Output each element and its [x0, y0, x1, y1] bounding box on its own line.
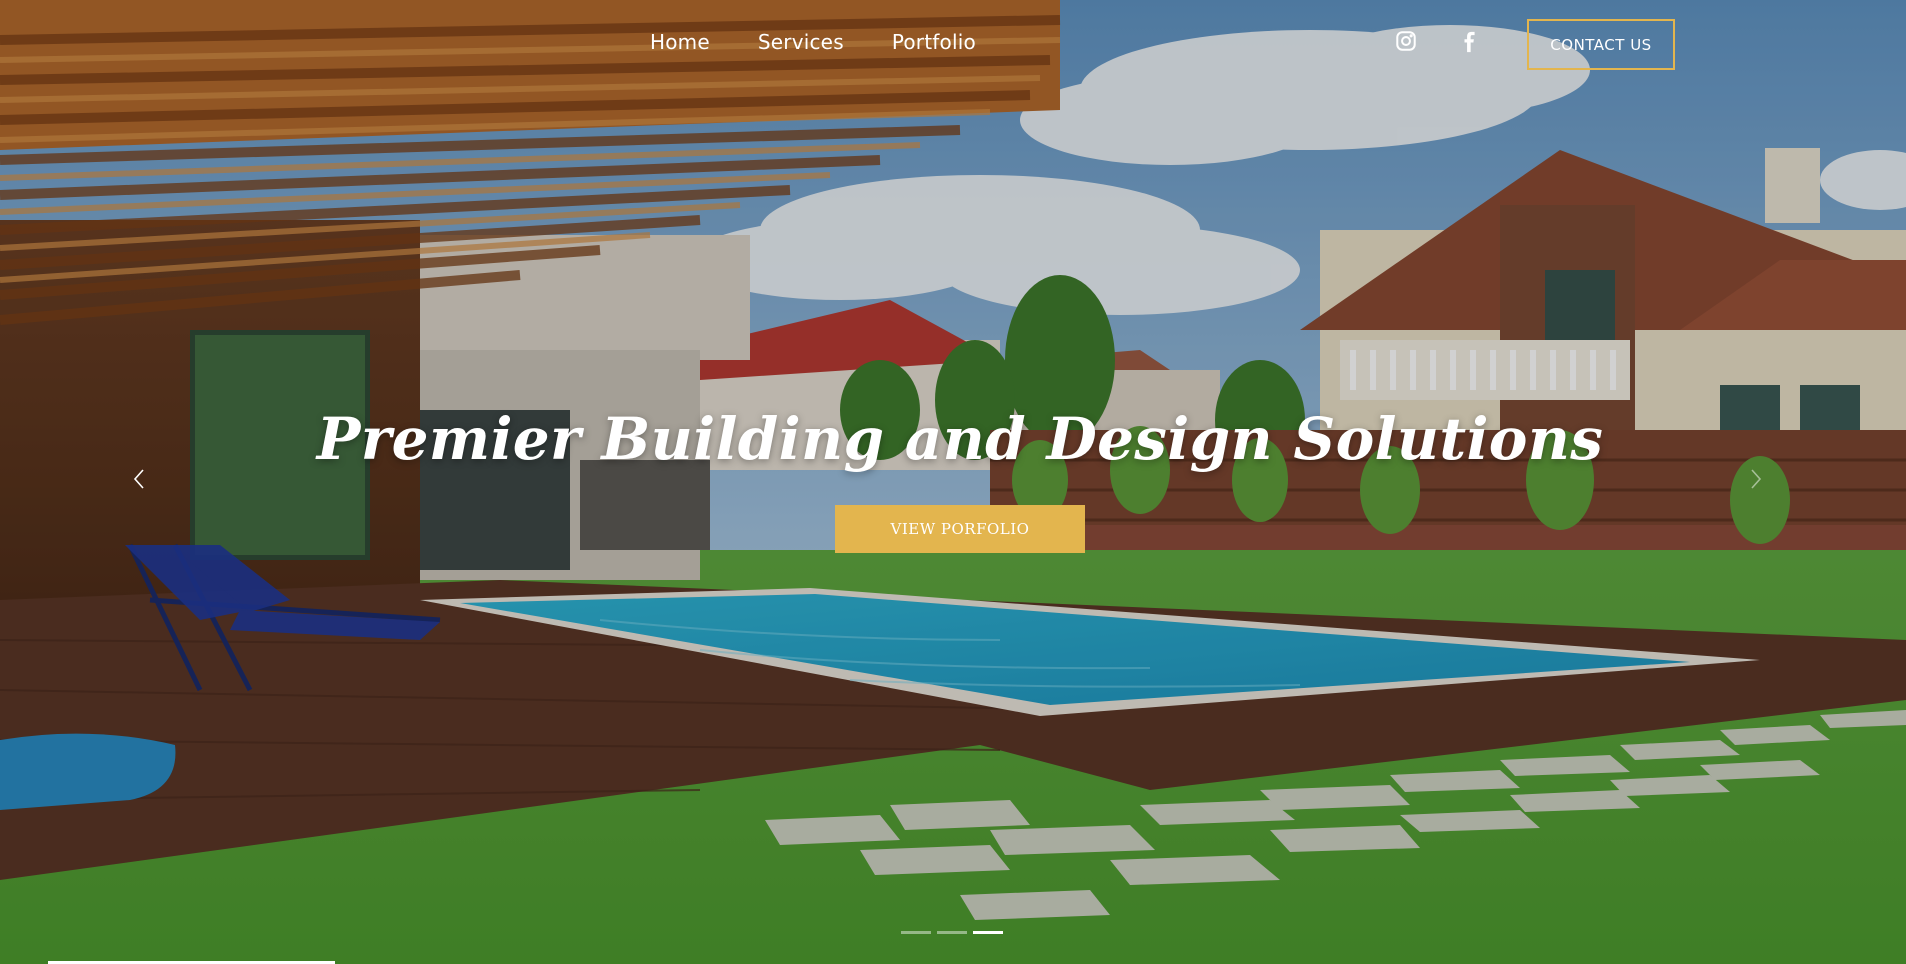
- slide-indicators: [901, 931, 1003, 934]
- social-links: [1395, 30, 1485, 56]
- nav-link-portfolio[interactable]: Portfolio: [892, 30, 976, 54]
- view-portfolio-button[interactable]: VIEW PORFOLIO: [835, 505, 1085, 553]
- nav-link-services[interactable]: Services: [758, 30, 844, 54]
- main-nav: Home Services Portfolio: [650, 30, 976, 54]
- hero-headline: Premier Building and Design Solutions: [316, 405, 1604, 473]
- slide-indicator-1[interactable]: [901, 931, 931, 934]
- instagram-icon[interactable]: [1395, 30, 1421, 56]
- contact-us-button[interactable]: CONTACT US: [1527, 19, 1675, 70]
- hero-slider: Home Services Portfolio CONTACT US Premi…: [0, 0, 1906, 964]
- hero-overlay: [0, 0, 1906, 964]
- slide-indicator-3[interactable]: [973, 931, 1003, 934]
- site-header: Home Services Portfolio CONTACT US: [0, 0, 1906, 90]
- slide-indicator-2[interactable]: [937, 931, 967, 934]
- nav-link-home[interactable]: Home: [650, 30, 710, 54]
- facebook-icon[interactable]: [1459, 30, 1485, 56]
